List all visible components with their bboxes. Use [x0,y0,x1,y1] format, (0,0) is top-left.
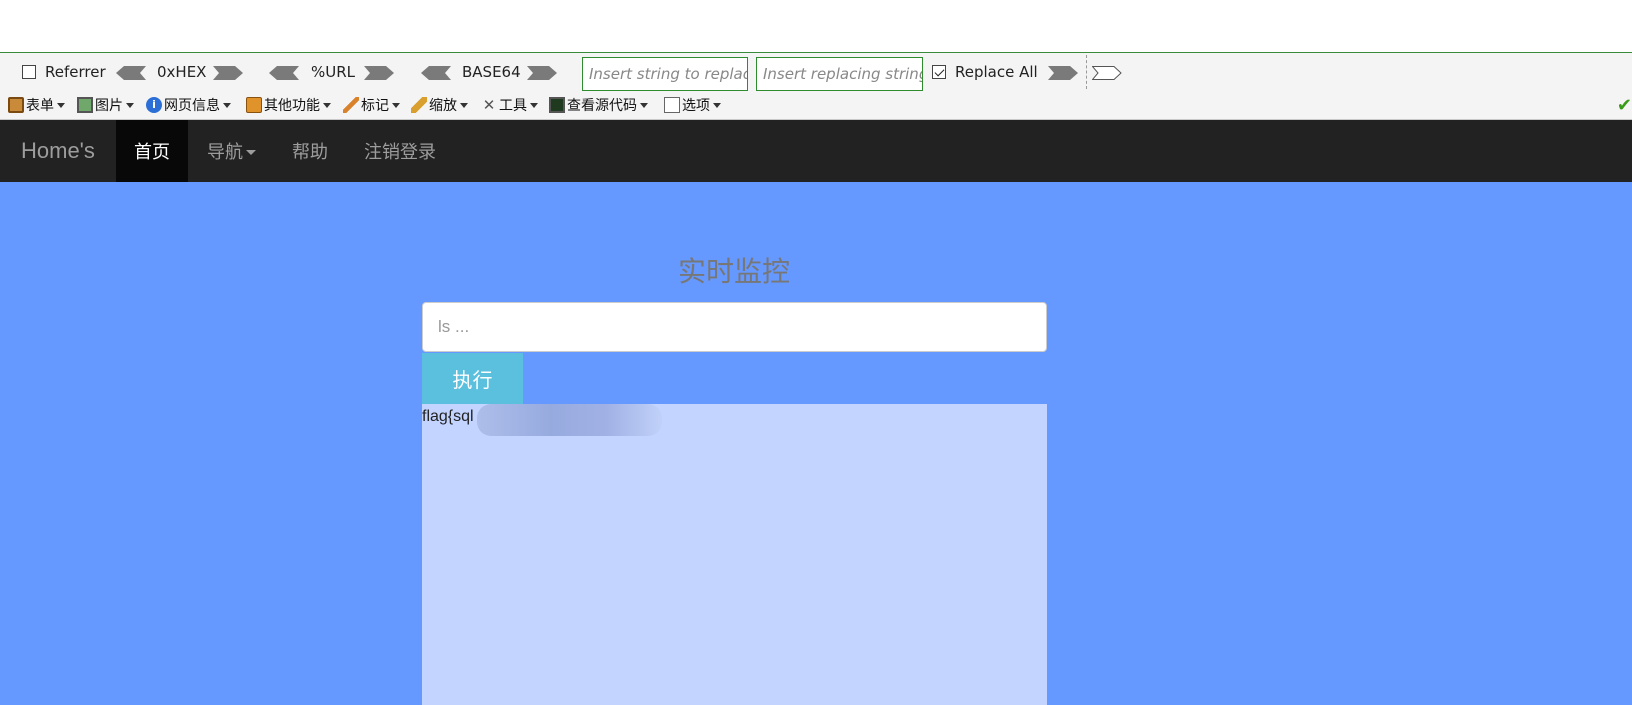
replace-all-checkbox[interactable] [932,65,946,79]
redacted-blur [477,404,662,436]
url-encode-arrow-icon[interactable] [364,66,394,80]
menu-item-label: 标记 [361,98,389,114]
output-text: flag{sql [422,408,474,425]
hex-decode-arrow-icon[interactable] [116,66,146,80]
terminal-icon [549,97,565,113]
menu-item-label: 工具 [499,98,527,114]
nav-item-label: 导航 [207,142,243,163]
tools-icon: ✕ [482,96,496,114]
ruler-icon [411,97,427,113]
menu-item-label: 表单 [26,98,54,114]
book-icon [246,97,262,113]
referrer-label: Referrer [45,63,106,81]
chevron-down-icon [392,102,400,108]
nav-item-logout[interactable]: 注销登录 [364,120,436,182]
menu-item-label: 选项 [682,98,710,114]
menu-item-tools[interactable]: ✕ 工具 [481,94,538,116]
replace-string-input[interactable]: Insert replacing string [756,57,923,91]
menu-item-other[interactable]: 其他功能 [246,94,331,116]
nav-item-navigation[interactable]: 导航 [207,120,256,182]
menu-item-mark[interactable]: 标记 [343,94,400,116]
navbar-brand[interactable]: Home's [21,120,95,182]
nav-item-help[interactable]: 帮助 [292,120,328,182]
base64-encode-arrow-icon[interactable] [527,66,557,80]
menu-item-label: 其他功能 [264,98,320,114]
chevron-down-icon [246,150,256,155]
chevron-down-icon [460,102,468,108]
url-decode-arrow-icon[interactable] [269,66,299,80]
info-icon: i [146,97,162,113]
menu-item-form[interactable]: 表单 [8,94,65,116]
options-icon [664,97,680,113]
checkmark-icon: ✔ [1616,95,1632,116]
chevron-down-icon [323,102,331,108]
menu-item-view-source[interactable]: 查看源代码 [549,94,648,116]
hex-encode-arrow-icon[interactable] [213,66,243,80]
referrer-toggle[interactable]: Referrer [22,53,106,91]
menu-item-label: 查看源代码 [567,98,637,114]
outline-arrow-icon[interactable] [1092,66,1122,80]
chevron-down-icon [126,102,134,108]
menu-item-page-info[interactable]: i 网页信息 [146,94,231,116]
replace-all-toggle[interactable]: Replace All [932,53,1038,91]
url-label: %URL [311,63,356,81]
base64-label: BASE64 [462,63,521,81]
main-content: 实时监控 ls ... 执行 flag{sql [0,182,1632,705]
hackbar: Referrer 0xHEX %URL BASE64 Insert string… [0,53,1632,91]
page-title: 实时监控 [677,255,790,288]
chevron-down-icon [223,102,231,108]
menu-item-options[interactable]: 选项 [664,94,721,116]
referrer-checkbox[interactable] [22,65,36,79]
chevron-down-icon [713,102,721,108]
clipboard-icon [8,97,24,113]
pencil-icon [343,97,359,113]
chevron-down-icon [640,102,648,108]
nav-item-home[interactable]: 首页 [116,120,188,182]
menu-item-label: 图片 [95,98,123,114]
chevron-down-icon [530,102,538,108]
image-icon [77,97,93,113]
browser-top-area [0,0,1632,53]
replace-arrow-icon[interactable] [1048,66,1078,80]
menu-toolbar: 表单 图片 i 网页信息 其他功能 标记 缩放 ✕ 工具 查看源代码 选项 ✔ [0,91,1632,121]
toolbar-separator [1086,55,1087,89]
base64-decode-arrow-icon[interactable] [421,66,451,80]
replace-all-label: Replace All [955,63,1038,81]
menu-item-label: 缩放 [429,98,457,114]
navbar: Home's 首页 导航 帮助 注销登录 [0,120,1632,182]
hex-label: 0xHEX [157,63,207,81]
menu-item-zoom[interactable]: 缩放 [411,94,468,116]
search-string-input[interactable]: Insert string to replace [582,57,748,91]
chevron-down-icon [57,102,65,108]
command-input[interactable]: ls ... [422,302,1047,352]
execute-button[interactable]: 执行 [422,353,523,404]
menu-item-label: 网页信息 [164,98,220,114]
output-panel: flag{sql [422,404,1047,705]
menu-item-images[interactable]: 图片 [77,94,134,116]
